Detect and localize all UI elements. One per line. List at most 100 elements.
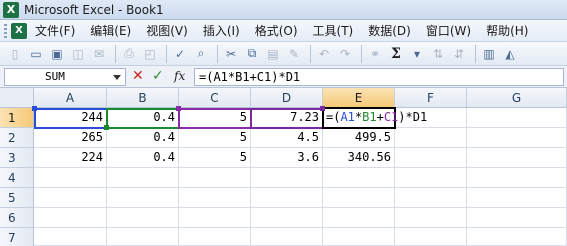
cell-d4[interactable] — [251, 168, 323, 188]
copy-icon[interactable]: ⧉ — [243, 45, 261, 63]
cell-b6[interactable] — [107, 208, 179, 228]
cell-b4[interactable] — [107, 168, 179, 188]
menu-tools[interactable]: 工具(T) — [313, 22, 354, 39]
print-icon[interactable]: ⎙ — [120, 45, 138, 63]
cell-c6[interactable] — [179, 208, 251, 228]
cell-g2[interactable] — [467, 128, 567, 148]
menu-help[interactable]: 帮助(H) — [486, 22, 528, 39]
column-header-b[interactable]: B — [107, 88, 179, 108]
ref-handle-b1[interactable] — [104, 125, 109, 130]
row-header-7[interactable]: 7 — [0, 228, 34, 246]
row-header-6[interactable]: 6 — [0, 208, 34, 228]
menu-view[interactable]: 视图(V) — [146, 22, 188, 39]
cell-g7[interactable] — [467, 228, 567, 246]
cell-g1[interactable] — [467, 108, 567, 128]
new-icon[interactable]: ▯ — [6, 45, 24, 63]
column-header-e[interactable]: E — [323, 88, 395, 108]
chart-wizard-icon[interactable]: ▥ — [480, 45, 498, 63]
cell-b5[interactable] — [107, 188, 179, 208]
cell-f6[interactable] — [395, 208, 467, 228]
cell-b3[interactable]: 0.4 — [107, 148, 179, 168]
cell-e1-editor[interactable]: =(A1*B1+C1)*D1 — [322, 107, 427, 129]
menu-format[interactable]: 格式(O) — [255, 22, 298, 39]
cell-e5[interactable] — [323, 188, 395, 208]
row-header-3[interactable]: 3 — [0, 148, 34, 168]
email-icon[interactable]: ✉ — [90, 45, 108, 63]
name-box[interactable]: SUM — [4, 68, 126, 86]
ref-handle-d1[interactable] — [320, 106, 325, 111]
row-header-5[interactable]: 5 — [0, 188, 34, 208]
menu-file[interactable]: 文件(F) — [35, 22, 75, 39]
workbook-icon[interactable]: X — [11, 22, 27, 39]
autosum-icon[interactable]: Σ — [387, 45, 405, 63]
column-header-c[interactable]: C — [179, 88, 251, 108]
column-header-a[interactable]: A — [34, 88, 107, 108]
cell-c7[interactable] — [179, 228, 251, 246]
menu-edit[interactable]: 编辑(E) — [90, 22, 131, 39]
row-header-4[interactable]: 4 — [0, 168, 34, 188]
cell-a6[interactable] — [34, 208, 107, 228]
select-all-corner[interactable] — [0, 88, 34, 108]
cell-a5[interactable] — [34, 188, 107, 208]
row-header-1[interactable]: 1 — [0, 108, 34, 128]
cell-d5[interactable] — [251, 188, 323, 208]
cell-a7[interactable] — [34, 228, 107, 246]
cell-e3[interactable]: 340.56 — [323, 148, 395, 168]
cell-e7[interactable] — [323, 228, 395, 246]
hyperlink-icon[interactable]: ⚭ — [366, 45, 384, 63]
drawing-icon[interactable]: ◭ — [501, 45, 519, 63]
cell-c3[interactable]: 5 — [179, 148, 251, 168]
sort-ascending-icon[interactable]: ⇅ — [429, 45, 447, 63]
cell-a1[interactable]: 244 — [34, 108, 107, 128]
cell-f4[interactable] — [395, 168, 467, 188]
insert-function-icon[interactable]: fx — [174, 69, 185, 83]
cell-d6[interactable] — [251, 208, 323, 228]
cell-e4[interactable] — [323, 168, 395, 188]
chevron-down-icon[interactable] — [113, 75, 121, 80]
cell-f3[interactable] — [395, 148, 467, 168]
cell-f2[interactable] — [395, 128, 467, 148]
cell-g5[interactable] — [467, 188, 567, 208]
ref-handle-c1[interactable] — [176, 106, 181, 111]
cell-g6[interactable] — [467, 208, 567, 228]
cancel-icon[interactable]: ✕ — [132, 68, 144, 84]
cell-d2[interactable]: 4.5 — [251, 128, 323, 148]
column-header-d[interactable]: D — [251, 88, 323, 108]
cell-c1[interactable]: 5 — [179, 108, 251, 128]
cell-c2[interactable]: 5 — [179, 128, 251, 148]
sort-descending-icon[interactable]: ⇵ — [450, 45, 468, 63]
enter-icon[interactable]: ✓ — [152, 68, 164, 84]
open-icon[interactable]: ▭ — [27, 45, 45, 63]
spelling-icon[interactable]: ✓ — [171, 45, 189, 63]
cell-b2[interactable]: 0.4 — [107, 128, 179, 148]
undo-icon[interactable]: ↶ — [315, 45, 333, 63]
cell-g3[interactable] — [467, 148, 567, 168]
cell-e6[interactable] — [323, 208, 395, 228]
menu-grip[interactable] — [4, 23, 7, 38]
permission-icon[interactable]: ◫ — [69, 45, 87, 63]
menu-data[interactable]: 数据(D) — [368, 22, 411, 39]
cell-a2[interactable]: 265 — [34, 128, 107, 148]
cut-icon[interactable]: ✂ — [222, 45, 240, 63]
cell-a3[interactable]: 224 — [34, 148, 107, 168]
research-icon[interactable]: ⌕ — [192, 45, 210, 63]
cell-d3[interactable]: 3.6 — [251, 148, 323, 168]
ref-handle-a1[interactable] — [32, 106, 37, 111]
cell-c4[interactable] — [179, 168, 251, 188]
paste-icon[interactable]: ▤ — [264, 45, 282, 63]
column-header-g[interactable]: G — [467, 88, 567, 108]
cell-b7[interactable] — [107, 228, 179, 246]
column-header-f[interactable]: F — [395, 88, 467, 108]
format-painter-icon[interactable]: ✎ — [285, 45, 303, 63]
formula-input[interactable]: =(A1*B1+C1)*D1 — [194, 68, 564, 86]
row-header-2[interactable]: 2 — [0, 128, 34, 148]
cell-g4[interactable] — [467, 168, 567, 188]
cell-a4[interactable] — [34, 168, 107, 188]
cell-f5[interactable] — [395, 188, 467, 208]
cell-f7[interactable] — [395, 228, 467, 246]
cell-d7[interactable] — [251, 228, 323, 246]
cell-d1[interactable]: 7.23 — [251, 108, 323, 128]
save-icon[interactable]: ▣ — [48, 45, 66, 63]
menu-insert[interactable]: 插入(I) — [203, 22, 240, 39]
cell-b1[interactable]: 0.4 — [107, 108, 179, 128]
